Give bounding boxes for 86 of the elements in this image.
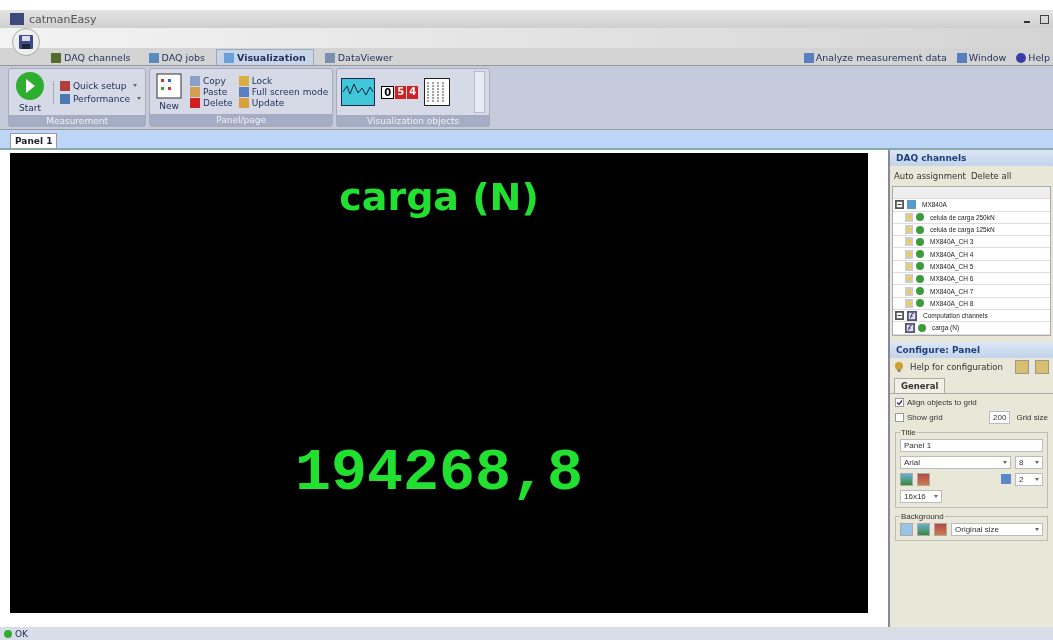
action-icon	[238, 86, 249, 97]
menu-icon	[1016, 52, 1027, 63]
help-link[interactable]: Help for configuration	[910, 361, 1003, 372]
checkbox-label: Show grid	[907, 412, 943, 422]
grid-icon	[156, 72, 183, 99]
action-icon	[238, 75, 249, 86]
image-icon[interactable]	[917, 522, 930, 536]
image-icon[interactable]	[900, 472, 913, 486]
menu-item[interactable]: Help	[1013, 50, 1053, 65]
menu-item[interactable]: Window	[953, 50, 1010, 65]
app-icon	[10, 13, 24, 25]
start-button[interactable]: Start	[13, 71, 47, 113]
checkbox[interactable]	[895, 412, 904, 422]
tool-icon	[60, 93, 70, 104]
ribbon-tab[interactable]: DAQ channels	[44, 50, 138, 65]
font-size-dropdown[interactable]: 8	[1015, 455, 1043, 469]
save-button[interactable]	[12, 28, 40, 56]
grid-size-field[interactable]: 200	[989, 410, 1011, 424]
panel-action[interactable]: Lock	[238, 75, 329, 86]
panel-action[interactable]: Update	[238, 97, 329, 108]
action-icon	[190, 75, 201, 86]
play-icon	[15, 71, 45, 101]
status-text: OK	[15, 628, 28, 639]
table-icon[interactable]	[424, 78, 451, 106]
quick-setup-button[interactable]: Quick setup	[60, 80, 142, 91]
minimize-button[interactable]	[1024, 20, 1030, 23]
tab-icon	[223, 52, 234, 63]
action-icon	[238, 97, 249, 108]
performance-button[interactable]: Performance	[60, 93, 142, 104]
image-remove-icon[interactable]	[917, 472, 930, 486]
general-tab[interactable]: General	[894, 377, 946, 393]
restore-button[interactable]	[1040, 14, 1049, 24]
menu-icon	[803, 52, 814, 63]
ribbon-tab[interactable]: DataViewer	[317, 50, 400, 65]
tool-icon	[60, 80, 70, 91]
panel-action[interactable]: Paste	[190, 86, 233, 97]
title-field[interactable]: Panel 1	[900, 438, 1043, 452]
panel-action[interactable]: Copy	[190, 75, 233, 86]
formula-icon	[905, 322, 915, 333]
background-mode-dropdown[interactable]: Original size	[951, 522, 1043, 536]
spacing-dropdown[interactable]: 2	[1015, 472, 1043, 486]
field-label: Grid size	[1016, 412, 1048, 422]
page-tab[interactable]: Panel 1	[10, 133, 58, 148]
action-icon	[190, 86, 201, 97]
tab-icon	[148, 52, 159, 63]
tab-icon	[324, 52, 335, 63]
display-value: 194268,8	[294, 439, 583, 507]
icon-size-dropdown[interactable]: 16x16	[900, 489, 942, 503]
action-link[interactable]: Delete all	[970, 171, 1012, 181]
toolbar-icon[interactable]	[1015, 359, 1029, 374]
ribbon-tab[interactable]: Visualization	[215, 49, 314, 65]
group-label: Visualization objects	[337, 115, 490, 127]
action-link[interactable]: Auto assignment	[894, 171, 966, 181]
status-icon	[918, 323, 926, 332]
group-label: Measurement	[9, 115, 146, 127]
panel-header: Configure: Panel	[890, 341, 1053, 358]
group-label: Panel/page	[150, 114, 333, 126]
ribbon-tab[interactable]: DAQ jobs	[141, 50, 212, 65]
caret-icon	[137, 97, 142, 100]
display-title: carga (N)	[339, 175, 539, 219]
collapse-icon[interactable]	[895, 200, 904, 210]
action-icon	[190, 97, 201, 108]
collapse-icon[interactable]	[895, 311, 904, 321]
group-title: Title	[900, 427, 917, 437]
group-title: Background	[900, 511, 945, 521]
panel-action[interactable]: Full screen mode	[238, 86, 329, 97]
menu-icon	[956, 52, 967, 63]
new-button[interactable]: New	[154, 72, 185, 111]
tab-icon	[51, 52, 61, 63]
toolbar-icon[interactable]	[1035, 359, 1049, 374]
bulb-icon	[894, 361, 904, 372]
chart-icon[interactable]	[341, 78, 376, 106]
spacing-icon	[1001, 474, 1011, 485]
panel-header: DAQ channels	[890, 150, 1053, 166]
color-icon[interactable]	[900, 522, 913, 536]
caret-icon	[133, 84, 138, 87]
formula-icon	[907, 310, 917, 321]
panel-action[interactable]: Delete	[190, 97, 233, 108]
checkbox-label: Align objects to grid	[907, 397, 977, 407]
checkbox[interactable]	[895, 397, 904, 407]
window-title: catmanEasy	[29, 12, 97, 26]
font-dropdown[interactable]: Arial	[900, 455, 1011, 469]
device-icon	[907, 200, 916, 210]
image-remove-icon[interactable]	[934, 522, 947, 536]
menu-item[interactable]: Analyze measurement data	[800, 50, 950, 65]
status-icon	[4, 629, 12, 638]
